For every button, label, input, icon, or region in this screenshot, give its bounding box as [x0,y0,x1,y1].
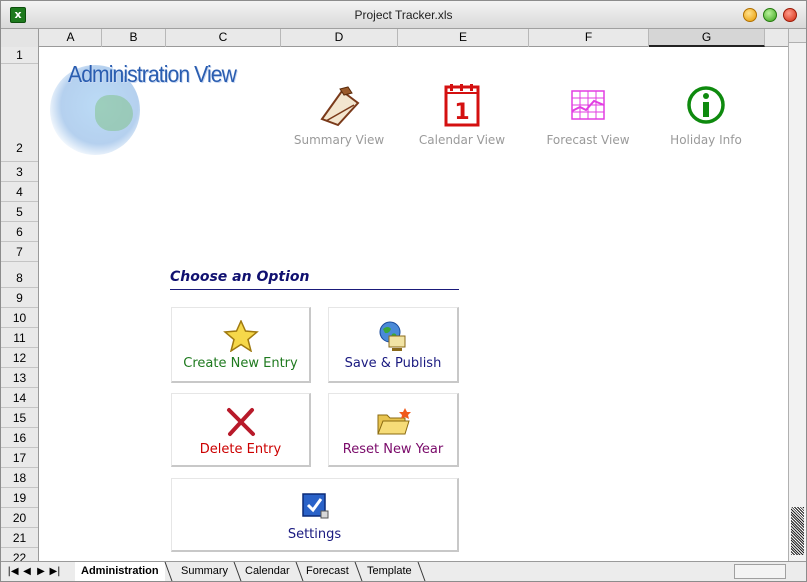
nav-label: Summary View [293,133,385,147]
first-sheet-icon[interactable]: |◀ [7,565,19,578]
row-header[interactable]: 4 [1,182,38,202]
row-header[interactable]: 5 [1,202,38,222]
next-sheet-icon[interactable]: ▶ [35,565,47,578]
row-header[interactable]: 15 [1,408,38,428]
row-header[interactable]: 1 [1,47,38,64]
column-header[interactable]: F [529,29,649,47]
tab-forecast[interactable]: Forecast [300,562,363,581]
row-header[interactable]: 22 [1,548,38,561]
maximize-button[interactable] [763,8,777,22]
tab-administration[interactable]: Administration [75,562,173,581]
row-headers: 1 2 3 4 5 6 7 8 9 10 11 12 13 14 15 16 1… [1,47,39,561]
save-publish-button[interactable]: Save & Publish [328,307,459,383]
nav-label: Holiday Info [670,133,742,147]
save-publish-label: Save & Publish [344,356,442,371]
column-header[interactable]: B [102,29,166,47]
tab-calendar[interactable]: Calendar [239,562,304,581]
row-header[interactable]: 19 [1,488,38,508]
worksheet-area: Administration View Summary View 1 Calen… [40,47,788,561]
vertical-scrollbar[interactable] [788,29,806,561]
close-button[interactable] [783,8,797,22]
horizontal-scrollbar[interactable] [734,564,786,579]
nav-forecast-view[interactable]: Forecast View [533,83,643,147]
row-header[interactable]: 21 [1,528,38,548]
scroll-up-arrow[interactable] [789,29,806,43]
excel-window: x Project Tracker.xls A B C D E F G 1 2 … [0,0,807,582]
calendar-icon: 1 [444,84,480,127]
folder-icon [377,408,411,435]
options-heading: Choose an Option [170,269,459,290]
settings-button[interactable]: Settings [171,478,459,552]
row-header[interactable]: 11 [1,328,38,348]
settings-label: Settings [287,527,342,542]
last-sheet-icon[interactable]: ▶| [49,565,61,578]
window-title: Project Tracker.xls [354,8,453,22]
delete-entry-label: Delete Entry [199,442,282,457]
row-header[interactable]: 12 [1,348,38,368]
prev-sheet-icon[interactable]: ◀ [21,565,33,578]
row-header[interactable]: 18 [1,468,38,488]
row-header[interactable]: 20 [1,508,38,528]
column-header[interactable]: C [166,29,281,47]
row-header[interactable]: 16 [1,428,38,448]
x-mark-icon [226,408,255,436]
column-header[interactable]: D [281,29,398,47]
create-new-entry-button[interactable]: Create New Entry [171,307,311,383]
chart-icon [571,90,605,120]
title-bar: x Project Tracker.xls [1,1,806,29]
minimize-button[interactable] [743,8,757,22]
info-icon [687,86,725,124]
row-header[interactable]: 13 [1,368,38,388]
row-header[interactable]: 17 [1,448,38,468]
row-header[interactable]: 7 [1,242,38,262]
select-all-corner[interactable] [1,29,39,47]
svg-text:1: 1 [454,100,469,125]
row-header[interactable]: 9 [1,288,38,308]
globe-network-icon [379,321,406,351]
reset-new-year-button[interactable]: Reset New Year [328,393,459,467]
nav-label: Forecast View [546,133,630,147]
column-header[interactable]: A [40,29,102,47]
column-header[interactable]: E [398,29,529,47]
nav-holiday-info[interactable]: Holiday Info [651,83,761,147]
tab-template[interactable]: Template [361,562,426,581]
star-icon [222,320,259,352]
scroll-thumb[interactable] [791,507,804,555]
reset-new-year-label: Reset New Year [342,442,444,457]
sheet-tab-bar: |◀ ◀ ▶ ▶| Administration Summary Calenda… [1,561,806,581]
nav-calendar-view[interactable]: 1 Calendar View [407,83,517,147]
nav-summary-view[interactable]: Summary View [284,83,394,147]
delete-entry-button[interactable]: Delete Entry [171,393,311,467]
row-header[interactable]: 6 [1,222,38,242]
column-header[interactable]: G [649,29,765,47]
row-header[interactable]: 2 [1,64,38,162]
nav-label: Calendar View [418,133,506,147]
row-header[interactable]: 8 [1,262,38,288]
row-header[interactable]: 14 [1,388,38,408]
column-headers: A B C D E F G [1,29,788,47]
settings-checkbox-icon [301,493,328,519]
clipboard-icon [320,86,360,127]
row-header[interactable]: 3 [1,162,38,182]
row-header[interactable]: 10 [1,308,38,328]
create-new-entry-label: Create New Entry [183,356,298,371]
tab-summary[interactable]: Summary [175,562,242,581]
page-title: Administration View [68,61,237,87]
